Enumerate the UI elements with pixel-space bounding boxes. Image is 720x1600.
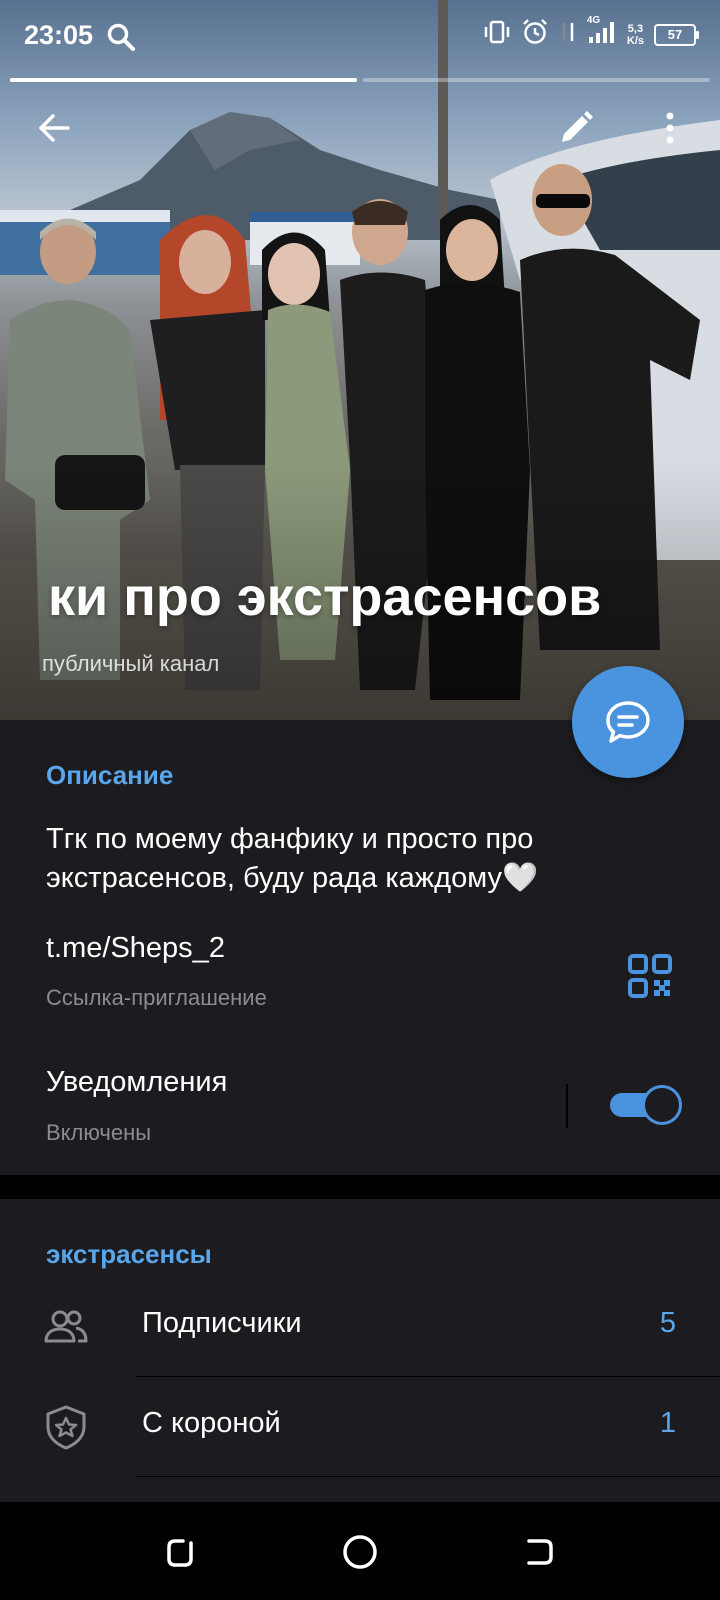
subscribers-count: 5 (659, 1307, 676, 1339)
subscribers-row[interactable]: Подписчики 5 (0, 1277, 720, 1377)
notifications-status: Включены (46, 1120, 152, 1145)
people-icon (42, 1303, 90, 1351)
channel-title: ки про экстрасенсов (48, 567, 602, 627)
admins-count: 1 (659, 1407, 676, 1439)
notifications-title[interactable]: Уведомления (46, 1066, 227, 1099)
subscribers-label: Подписчики (142, 1307, 302, 1339)
status-bar: 23:05 4G 5,3 K/s 57 (0, 0, 720, 74)
open-discussion-button[interactable] (572, 666, 684, 778)
status-time: 23:05 (24, 20, 94, 50)
home-circle-icon (343, 1535, 377, 1569)
pencil-icon (562, 111, 593, 142)
more-options-button[interactable] (642, 100, 698, 156)
members-section: экстрасенсы Подписчики 5 С короной 1 (0, 1199, 720, 1502)
qr-code-icon (628, 954, 672, 998)
top-bar (0, 100, 720, 160)
net-speed-unit: K/s (626, 34, 644, 47)
signal-icon: 4G (587, 15, 617, 50)
back-nav-button[interactable] (520, 1532, 560, 1572)
battery-icon: 57 (654, 23, 699, 46)
qr-code-button[interactable] (628, 954, 672, 998)
edit-button[interactable] (548, 100, 604, 156)
progress-segment (10, 78, 357, 82)
arrow-left-icon (39, 114, 70, 142)
invite-link-label: Ссылка-приглашение (46, 985, 267, 1010)
invite-link[interactable]: t.me/Sheps_2 (46, 932, 225, 965)
progress-segment (363, 78, 710, 82)
recents-button[interactable] (160, 1532, 200, 1572)
back-button[interactable] (26, 100, 82, 156)
recents-icon (167, 1539, 193, 1567)
data-arrows-icon (559, 19, 577, 50)
back-nav-icon (527, 1539, 553, 1565)
toggle-knob (642, 1085, 682, 1125)
channel-description: Тгк по моему фанфику и просто про экстра… (46, 823, 539, 894)
system-nav-bar (0, 1502, 720, 1600)
crown-shield-icon (42, 1403, 90, 1451)
notifications-toggle[interactable] (610, 1085, 682, 1125)
chat-bubble-icon (606, 701, 650, 743)
description-header: Описание (46, 760, 174, 790)
battery-level: 57 (667, 27, 683, 42)
channel-type: публичный канал (42, 651, 220, 676)
admins-label: С короной (142, 1407, 281, 1439)
divider (566, 1084, 568, 1128)
row-separator (136, 1476, 720, 1477)
more-vertical-icon (666, 112, 674, 144)
admins-row[interactable]: С короной 1 (0, 1377, 720, 1477)
network-type: 4G (586, 15, 601, 26)
search-icon (106, 22, 136, 57)
net-speed-value: 5,3 (627, 22, 644, 35)
section-divider (0, 1175, 720, 1199)
alarm-icon (521, 18, 549, 51)
vibrate-icon (483, 20, 511, 49)
home-button[interactable] (340, 1532, 380, 1572)
photo-progress (10, 78, 710, 82)
members-header: экстрасенсы (46, 1239, 212, 1269)
net-speed: 5,3 K/s (627, 23, 644, 47)
